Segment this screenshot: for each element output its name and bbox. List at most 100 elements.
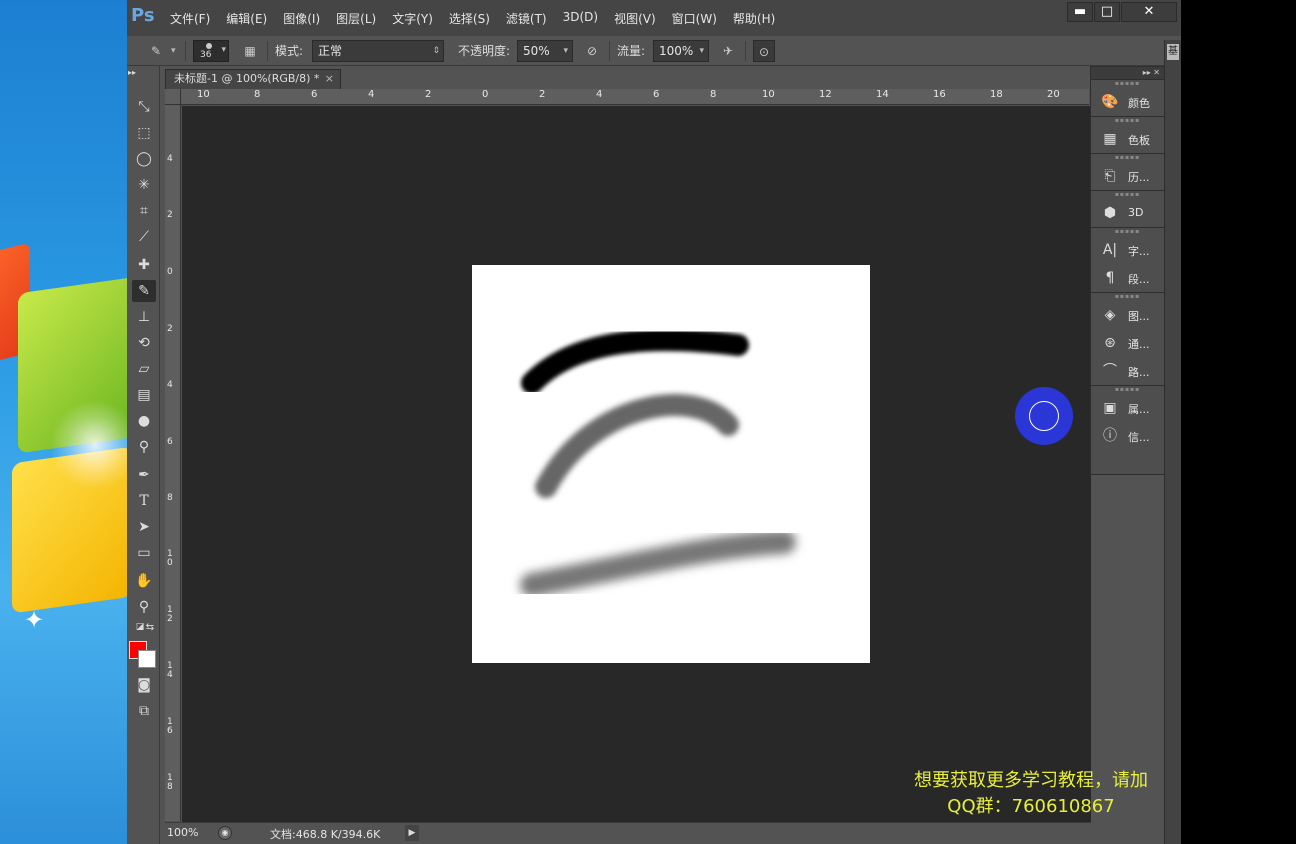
menu-image[interactable]: 图像(I) [283,10,320,27]
dock-header-controls[interactable]: ▸▸ ✕ [1091,67,1164,79]
panel-paragraph[interactable]: ¶ 段... [1091,264,1164,292]
panel-info[interactable]: ⓘ 信... [1091,422,1164,450]
quick-mask-icon[interactable]: ◙ [132,674,156,696]
document-tab[interactable]: 未标题-1 @ 100%(RGB/8) * × [165,69,341,89]
grip-handle[interactable]: ▪▪▪▪▪ [1091,191,1164,199]
menu-select[interactable]: 选择(S) [449,10,490,27]
panel-character[interactable]: A| 字... [1091,236,1164,264]
panel-channels[interactable]: ⊛ 通... [1091,329,1164,357]
blur-tool-icon[interactable]: ● [132,410,156,432]
panel-group: ▪▪▪▪▪ ◈ 图... ⊛ 通... ⌒ 路... [1091,292,1164,385]
panel-label: 色板 [1128,134,1150,147]
options-bar: ✎ ▾ 36 ▾ ▦ 模式: 正常 ⇕ 不透明度: 50% ▾ ⊘ 流量: 10… [127,36,1181,66]
history-brush-tool-icon[interactable]: ⟲ [132,332,156,354]
ruler-tick-label: 12 [167,605,173,624]
hand-tool-icon[interactable]: ✋ [132,570,156,592]
magic-wand-tool-icon[interactable]: ✳ [132,174,156,196]
toolbar-collapse-icon[interactable]: ▸▸ [128,68,152,78]
move-tool-icon[interactable]: ⤡ [132,96,156,118]
brush-tool-icon[interactable]: ✎ [145,40,167,62]
pen-tool-icon[interactable]: ✒ [132,464,156,486]
clone-stamp-tool-icon[interactable]: ⊥ [132,306,156,328]
minimize-button[interactable]: ▬ [1067,2,1093,22]
pasteboard[interactable] [182,106,1091,822]
panel-label: 3D [1128,206,1144,219]
separator [745,41,746,61]
airbrush-icon[interactable]: ✈ [717,40,739,62]
close-icon[interactable]: × [325,70,334,88]
tools-panel: ▸▸ ⤡ ⬚ ◯ ✳ ⌗ ⟋ ✚ ✎ ⊥ ⟲ ▱ ▤ ● ⚲ ✒ T ➤ ▭ ✋… [127,66,160,844]
pressure-size-icon[interactable]: ⊙ [753,40,775,62]
brush-preset-picker[interactable]: 36 ▾ [193,40,229,62]
panel-3d[interactable]: ⬢ 3D [1091,199,1164,227]
gradient-tool-icon[interactable]: ▤ [132,384,156,406]
grip-handle[interactable]: ▪▪▪▪▪ [1091,117,1164,125]
close-button[interactable]: ✕ [1121,2,1177,22]
panel-history[interactable]: ⎗ 历... [1091,162,1164,190]
swap-colors-icon[interactable]: ⇆ [143,622,157,634]
menu-view[interactable]: 视图(V) [614,10,656,27]
panel-label: 属... [1128,403,1150,416]
right-dock-strip: 基 [1164,40,1181,844]
menu-filter[interactable]: 滤镜(T) [506,10,547,27]
ruler-tick-label: 6 [311,89,318,100]
mouse-cursor-indicator [1015,387,1073,445]
panel-group: ▪▪▪▪▪ ▦ 色板 [1091,116,1164,153]
tool-preset-dropdown-arrow[interactable]: ▾ [171,40,176,62]
opacity-input[interactable]: 50% ▾ [517,40,573,62]
share-icon[interactable]: ◉ [218,826,232,840]
grip-handle[interactable]: ▪▪▪▪▪ [1091,293,1164,301]
brush-strokes [520,329,796,597]
horizontal-ruler[interactable]: 10 8 6 4 2 0 2 4 6 8 10 12 14 16 18 20 [181,89,1089,105]
screen-mode-icon[interactable]: ⧉ [132,700,156,722]
flow-label: 流量: [617,44,646,58]
menu-help[interactable]: 帮助(H) [733,10,775,27]
grip-handle[interactable]: ▪▪▪▪▪ [1091,386,1164,394]
ruler-tick-label: 8 [710,89,717,100]
status-menu-arrow[interactable]: ▶ [405,825,419,841]
grip-handle[interactable]: ▪▪▪▪▪ [1091,80,1164,88]
menu-type[interactable]: 文字(Y) [392,10,433,27]
brush-tool-icon[interactable]: ✎ [132,280,156,302]
eraser-tool-icon[interactable]: ▱ [132,358,156,380]
grip-handle[interactable]: ▪▪▪▪▪ [1091,228,1164,236]
menu-window[interactable]: 窗口(W) [672,10,717,27]
ruler-origin[interactable] [165,89,181,105]
healing-brush-tool-icon[interactable]: ✚ [132,254,156,276]
document-canvas[interactable] [472,265,870,663]
path-selection-tool-icon[interactable]: ➤ [132,516,156,538]
menu-edit[interactable]: 编辑(E) [226,10,267,27]
panel-swatches[interactable]: ▦ 色板 [1091,125,1164,153]
panel-label: 信... [1128,431,1150,444]
pressure-opacity-icon[interactable]: ⊘ [581,40,603,62]
menu-3d[interactable]: 3D(D) [563,10,598,27]
lasso-tool-icon[interactable]: ◯ [132,148,156,170]
chevron-down-icon[interactable]: ▾ [563,41,568,61]
background-color-swatch[interactable] [138,650,156,668]
panel-paths[interactable]: ⌒ 路... [1091,357,1164,385]
chevron-down-icon[interactable]: ▾ [699,41,704,61]
panel-properties[interactable]: ▣ 属... [1091,394,1164,422]
menu-layer[interactable]: 图层(L) [336,10,376,27]
panel-layers[interactable]: ◈ 图... [1091,301,1164,329]
mode-select[interactable]: 正常 ⇕ [312,40,444,62]
menu-file[interactable]: 文件(F) [170,10,210,27]
zoom-level[interactable]: 100% [167,826,198,839]
workspace-tab[interactable]: 基 [1167,44,1179,60]
ruler-tick-label: 18 [990,89,1003,100]
type-tool-icon[interactable]: T [132,490,156,512]
panel-label: 颜色 [1128,97,1150,110]
dodge-tool-icon[interactable]: ⚲ [132,436,156,458]
vertical-ruler[interactable]: 4 2 0 2 4 6 8 10 12 14 16 18 [165,105,181,821]
panel-color[interactable]: 🎨 颜色 [1091,88,1164,116]
ruler-tick-label: 16 [167,717,173,736]
crop-tool-icon[interactable]: ⌗ [132,200,156,222]
eyedropper-tool-icon[interactable]: ⟋ [132,226,156,248]
flow-input[interactable]: 100% ▾ [653,40,709,62]
marquee-tool-icon[interactable]: ⬚ [132,122,156,144]
zoom-tool-icon[interactable]: ⚲ [132,596,156,618]
maximize-button[interactable]: □ [1094,2,1120,22]
brush-panel-toggle-icon[interactable]: ▦ [239,40,261,62]
grip-handle[interactable]: ▪▪▪▪▪ [1091,154,1164,162]
rectangle-tool-icon[interactable]: ▭ [132,542,156,564]
